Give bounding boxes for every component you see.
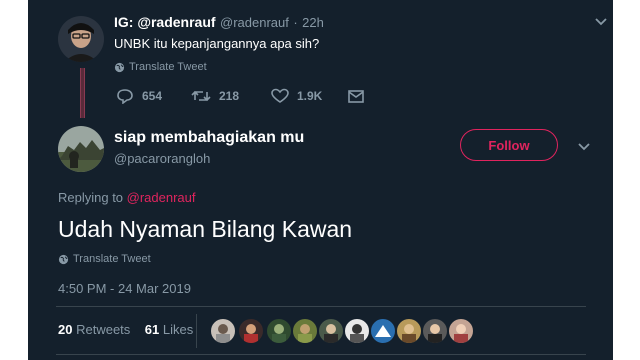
liker-avatar[interactable] bbox=[422, 318, 448, 344]
tweet1-handle[interactable]: @radenrauf bbox=[220, 15, 289, 30]
chevron-down-icon[interactable] bbox=[577, 142, 591, 152]
tweet2-display-name[interactable]: siap membahagiakan mu bbox=[114, 129, 304, 147]
liker-avatar[interactable] bbox=[344, 318, 370, 344]
tweet1-display-name[interactable]: IG: @radenrauf bbox=[114, 14, 216, 30]
dm-button[interactable] bbox=[347, 88, 365, 104]
stats-divider-top bbox=[56, 306, 586, 307]
thread-connector bbox=[80, 68, 85, 118]
replying-to: Replying to @radenrauf bbox=[58, 190, 196, 205]
retweets-stat[interactable]: 20 Retweets bbox=[58, 322, 130, 337]
retweets-count: 20 bbox=[58, 322, 73, 337]
tweet2-stats: 20 Retweets 61 Likes bbox=[58, 322, 193, 337]
liker-avatar[interactable] bbox=[210, 318, 236, 344]
retweet-button[interactable]: 218 bbox=[191, 88, 271, 104]
tweet1-header: IG: @radenrauf @radenrauf · 22h bbox=[114, 14, 324, 32]
tweet2-translate[interactable]: Translate Tweet bbox=[58, 253, 151, 265]
liker-avatar[interactable] bbox=[266, 318, 292, 344]
liker-avatar[interactable] bbox=[370, 318, 396, 344]
follow-button[interactable]: Follow bbox=[460, 129, 558, 161]
tweet1-text: UNBK itu kepanjangannya apa sih? bbox=[114, 36, 320, 51]
replying-prefix: Replying to bbox=[58, 190, 127, 205]
tweet2-timestamp[interactable]: 4:50 PM - 24 Mar 2019 bbox=[58, 281, 191, 296]
globe-icon bbox=[58, 254, 69, 264]
tweet1-translate[interactable]: Translate Tweet bbox=[114, 61, 207, 73]
globe-icon bbox=[114, 62, 125, 72]
stats-separator bbox=[196, 314, 197, 348]
dm-icon bbox=[348, 90, 364, 103]
retweets-label: Retweets bbox=[76, 322, 131, 337]
liker-avatar[interactable] bbox=[318, 318, 344, 344]
likes-stat[interactable]: 61 Likes bbox=[145, 322, 193, 337]
retweet-icon bbox=[191, 90, 211, 102]
liker-avatar[interactable] bbox=[448, 318, 474, 344]
reply-count: 654 bbox=[142, 89, 163, 103]
replying-handle-link[interactable]: @radenrauf bbox=[127, 190, 196, 205]
like-icon bbox=[271, 88, 289, 103]
retweet-count: 218 bbox=[219, 89, 240, 103]
reply-icon bbox=[117, 89, 133, 104]
tweet-thread: IG: @radenrauf @radenrauf · 22h UNBK itu… bbox=[28, 0, 613, 360]
liker-avatar[interactable] bbox=[238, 318, 264, 344]
liker-avatar[interactable] bbox=[292, 318, 318, 344]
like-count: 1.9K bbox=[297, 89, 323, 103]
tweet1-actions: 654 218 1.9K bbox=[116, 88, 365, 104]
tweet1-translate-label: Translate Tweet bbox=[129, 61, 207, 73]
reply-button[interactable]: 654 bbox=[116, 88, 191, 104]
tweet2-handle[interactable]: @pacarorangloh bbox=[114, 151, 210, 166]
tweet2-text: Udah Nyaman Bilang Kawan bbox=[58, 216, 353, 242]
likes-label: Likes bbox=[162, 322, 194, 337]
avatar-radenrauf[interactable] bbox=[58, 16, 104, 62]
like-button[interactable]: 1.9K bbox=[271, 88, 347, 104]
chevron-down-icon[interactable] bbox=[594, 17, 608, 27]
tweet2-translate-label: Translate Tweet bbox=[73, 253, 151, 265]
likes-count: 61 bbox=[144, 322, 160, 337]
tweet1-separator: · bbox=[293, 15, 298, 30]
liker-avatar[interactable] bbox=[396, 318, 422, 344]
stats-divider-bottom bbox=[56, 354, 586, 355]
avatar-pacarorangloh[interactable] bbox=[58, 126, 104, 172]
tweet1-time[interactable]: 22h bbox=[302, 15, 324, 30]
